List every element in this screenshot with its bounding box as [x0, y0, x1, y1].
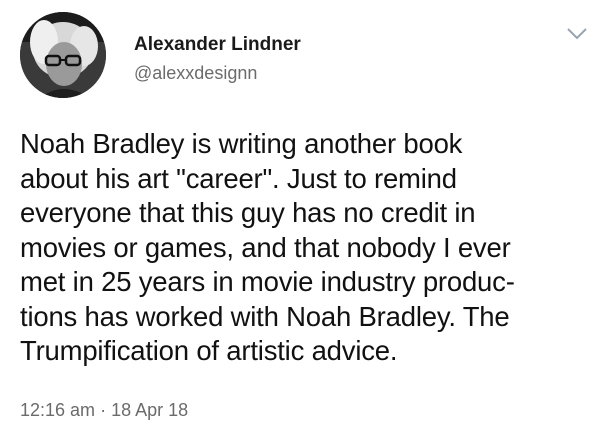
profile-photo — [20, 12, 106, 98]
tweet-text: Noah Bradley is writing another book abo… — [20, 128, 515, 366]
tweet-time: 12:16 am — [20, 400, 96, 420]
tweet-date: 18 Apr 18 — [111, 400, 189, 420]
chevron-down-icon[interactable] — [566, 26, 588, 42]
avatar[interactable] — [20, 12, 106, 98]
user-handle[interactable]: @alexxdesignn — [134, 63, 257, 84]
meta-separator: · — [100, 400, 107, 420]
tweet-card: Alexander Lindner @alexxdesignn Noah Bra… — [0, 0, 600, 438]
tweet-timestamp[interactable]: 12:16 am · 18 Apr 18 — [20, 400, 188, 421]
user-name[interactable]: Alexander Lindner — [134, 34, 301, 56]
